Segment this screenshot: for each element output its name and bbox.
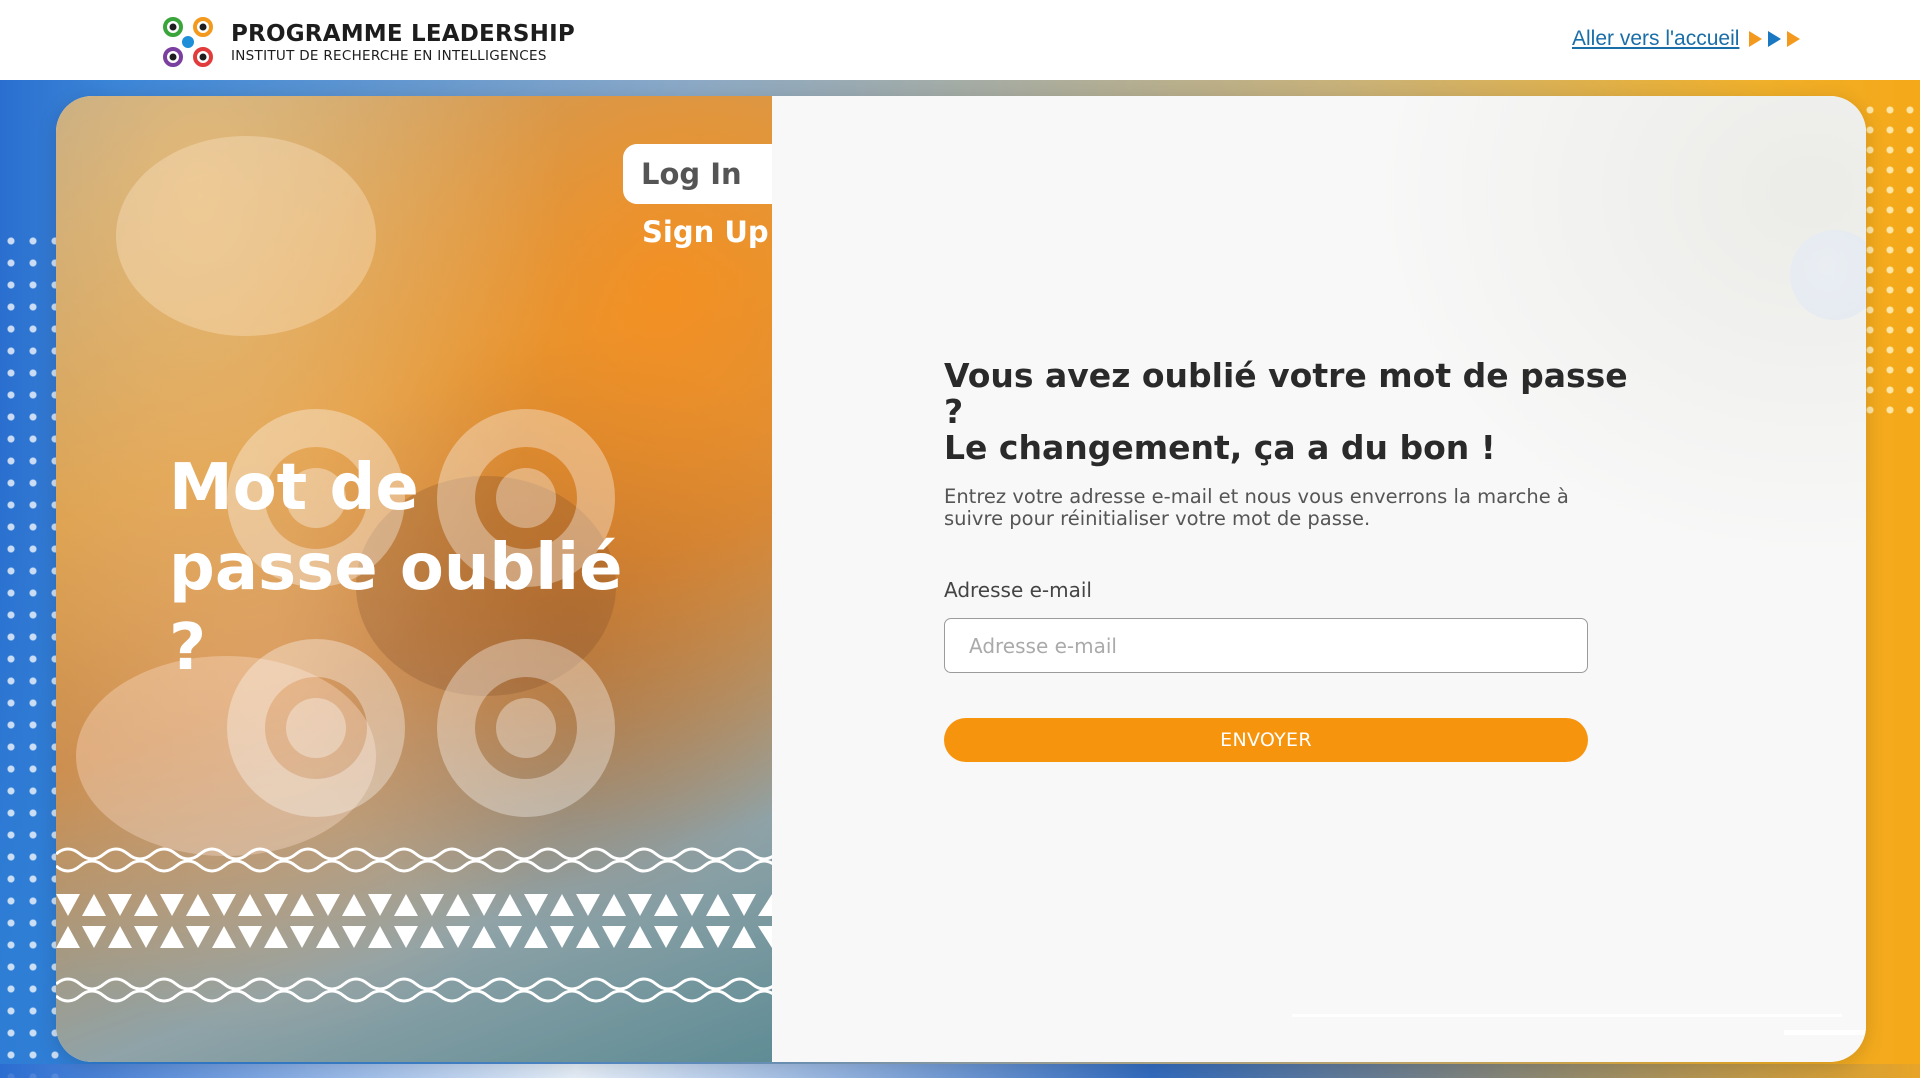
tribal-pattern-decoration	[56, 847, 772, 1003]
triple-arrow-icon	[1749, 31, 1801, 47]
line-decoration	[1292, 1014, 1842, 1017]
brand-subtitle: INSTITUT DE RECHERCHE EN INTELLIGENCES	[231, 48, 547, 64]
arrow-right-icon	[1787, 31, 1801, 47]
hands-image-shape	[116, 136, 376, 336]
line-decoration	[1784, 1030, 1866, 1035]
home-link[interactable]: Aller vers l'accueil	[1572, 27, 1801, 51]
hero-title: Mot de passe oublié ?	[169, 451, 623, 685]
arrow-right-icon	[1768, 31, 1782, 47]
brand-title: PROGRAMME LEADERSHIP	[231, 21, 575, 47]
email-label: Adresse e-mail	[944, 578, 1092, 602]
dots-decoration	[0, 230, 60, 1078]
heading-line-1: Vous avez oublié votre mot de passe ?	[944, 356, 1628, 431]
form-panel: Vous avez oublié votre mot de passe ? Le…	[772, 96, 1866, 1062]
tab-login[interactable]: Log In	[623, 144, 772, 204]
home-link-text: Aller vers l'accueil	[1572, 27, 1740, 50]
bottom-band-decoration	[0, 1064, 1920, 1078]
hero-image-panel: Log In Sign Up Mot de passe oublié ?	[56, 96, 772, 1062]
people-circle-logo-icon[interactable]	[158, 12, 218, 72]
top-header: PROGRAMME LEADERSHIP INSTITUT DE RECHERC…	[0, 0, 1920, 80]
forgot-password-form: Vous avez oublié votre mot de passe ? Le…	[944, 358, 1644, 762]
submit-button[interactable]: ENVOYER	[944, 718, 1588, 762]
heading-line-2: Le changement, ça a du bon !	[944, 428, 1496, 467]
tab-signup[interactable]: Sign Up	[642, 208, 769, 256]
form-description: Entrez votre adresse e-mail et nous vous…	[944, 485, 1569, 530]
form-heading: Vous avez oublié votre mot de passe ? Le…	[944, 358, 1644, 466]
auth-card: Log In Sign Up Mot de passe oublié ? Vou…	[56, 96, 1866, 1062]
dots-decoration	[1860, 100, 1920, 420]
arrow-right-icon	[1749, 31, 1763, 47]
circle-decoration	[1790, 230, 1866, 320]
brand: PROGRAMME LEADERSHIP INSTITUT DE RECHERC…	[231, 20, 575, 64]
email-input[interactable]	[944, 618, 1588, 673]
